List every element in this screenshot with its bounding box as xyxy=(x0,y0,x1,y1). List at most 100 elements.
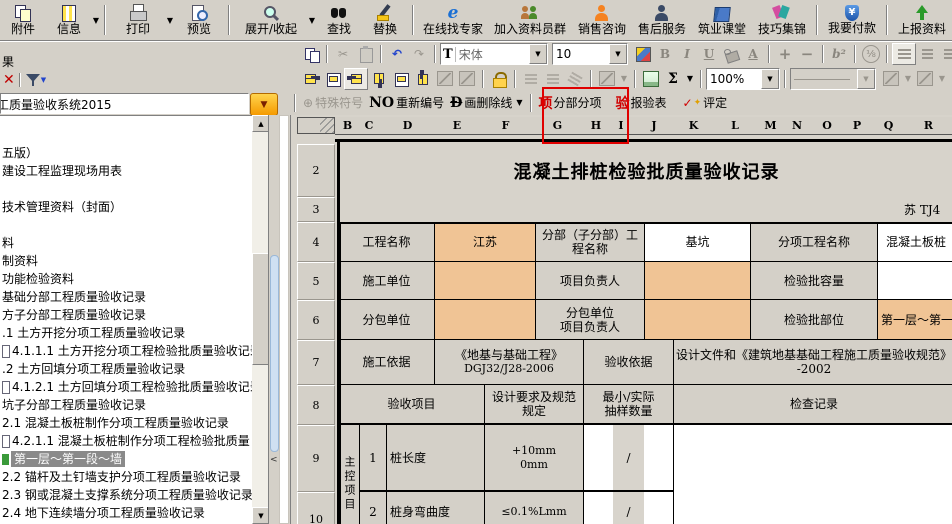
main-control-section[interactable]: 主控项目 xyxy=(339,425,360,524)
line-spacing-decrease-button[interactable] xyxy=(542,69,564,89)
info-button[interactable]: 信息 xyxy=(46,1,92,39)
after-sales-button[interactable]: 售后服务 xyxy=(632,1,692,39)
column-header-C[interactable]: C xyxy=(360,117,379,135)
panel-splitter[interactable]: < xyxy=(268,115,291,524)
align-right-button[interactable] xyxy=(938,44,952,64)
column-header-R[interactable]: R xyxy=(904,117,952,135)
info-dropdown-icon[interactable]: ▼ xyxy=(92,16,100,25)
batch-capacity-label[interactable]: 检验批容量 xyxy=(751,262,878,300)
renumber-button[interactable]: NO 重新编号 xyxy=(366,92,447,114)
filter-icon[interactable] xyxy=(25,73,41,87)
column-header-D[interactable]: D xyxy=(378,117,438,135)
item-sample-cell[interactable]: / xyxy=(584,425,674,492)
classroom-button[interactable]: 筑业课堂 xyxy=(692,1,752,39)
project-name-value[interactable]: 江苏 xyxy=(435,222,536,262)
font-size-dropdown-icon[interactable]: ▼ xyxy=(609,44,627,64)
tree-item[interactable]: .2 土方回填分项工程质量验收记录 xyxy=(0,360,268,378)
subdivision-value[interactable]: 基坑 xyxy=(645,222,751,262)
project-name-label[interactable]: 工程名称 xyxy=(339,222,435,262)
column-header-L[interactable]: L xyxy=(710,117,761,135)
insert-left-button[interactable] xyxy=(300,69,322,89)
collapse-arrow-icon[interactable]: < xyxy=(270,455,278,465)
column-header-K[interactable]: K xyxy=(677,117,711,135)
subcontractor-label[interactable]: 分包单位 xyxy=(339,300,435,340)
item-spec-cell[interactable]: ≤0.1%Lmm xyxy=(485,492,584,524)
project-manager-value[interactable] xyxy=(645,262,751,300)
column-header-G[interactable]: G xyxy=(534,117,582,135)
decrease-button[interactable]: − xyxy=(796,44,818,64)
print-button[interactable]: 打印 xyxy=(110,1,166,39)
row-header-4[interactable]: 4 xyxy=(297,222,335,262)
item-number-cell[interactable]: 2 xyxy=(360,492,387,524)
preview-button[interactable]: 预览 xyxy=(174,1,224,39)
fill-color-button[interactable] xyxy=(720,44,742,64)
close-icon[interactable]: ✕ xyxy=(3,72,15,88)
split-cell-button[interactable] xyxy=(368,69,390,89)
construction-basis-value[interactable]: 《地基与基础工程》DGJ32/J28-2006 xyxy=(435,340,584,385)
item-name-cell[interactable]: 桩长度 xyxy=(387,425,485,492)
fraction-button[interactable]: ⅛ xyxy=(860,44,882,64)
template-select[interactable]: 工质量验收系统2015 ▼ xyxy=(0,93,278,114)
acceptance-basis-value[interactable]: 设计文件和《建筑地基基础工程施工质量验收规范》-2002 xyxy=(674,340,952,385)
print-dropdown-icon[interactable]: ▼ xyxy=(166,16,174,25)
column-header-I[interactable]: I xyxy=(611,117,632,135)
sales-consult-button[interactable]: 销售咨询 xyxy=(572,1,632,39)
join-group-button[interactable]: 加入资料员群 xyxy=(488,1,572,39)
row-header-9[interactable]: 9 xyxy=(297,425,335,492)
find-button[interactable]: 查找 xyxy=(316,1,362,39)
acceptance-basis-label[interactable]: 验收依据 xyxy=(584,340,674,385)
subcontractor-value[interactable] xyxy=(435,300,536,340)
shade-color-button[interactable] xyxy=(914,69,936,89)
check-record-cell[interactable] xyxy=(674,425,952,524)
upload-data-button[interactable]: 上报资料 xyxy=(892,1,952,39)
line-style-select[interactable]: ▼ xyxy=(790,68,876,90)
paste-format-button[interactable] xyxy=(456,69,478,89)
column-header-F[interactable]: F xyxy=(477,117,535,135)
column-header-B[interactable]: B xyxy=(335,117,361,135)
item-sample-cell[interactable]: / xyxy=(584,492,674,524)
font-color-button[interactable]: A xyxy=(742,44,764,64)
expand-collapse-button[interactable]: 展开/收起 xyxy=(234,1,308,39)
strikethrough-button[interactable]: Đ 画删除线 ▼ xyxy=(447,92,525,114)
undo-button[interactable]: ↶ xyxy=(386,44,408,64)
splitter-thumb[interactable] xyxy=(270,255,279,452)
contractor-label[interactable]: 施工单位 xyxy=(339,262,435,300)
zoom-select[interactable]: 100% ▼ xyxy=(706,68,780,90)
batch-location-label[interactable]: 检验批部位 xyxy=(751,300,878,340)
special-symbol-button[interactable]: ⊕ 特殊符号 xyxy=(300,92,366,114)
increase-button[interactable]: + xyxy=(774,44,796,64)
replace-button[interactable]: 替换 xyxy=(362,1,408,39)
underline-button[interactable]: U xyxy=(698,44,720,64)
row-header-3[interactable]: 3 xyxy=(297,197,335,222)
form-code[interactable]: 苏 TJ4 xyxy=(904,201,952,219)
tree-item[interactable] xyxy=(0,180,268,198)
superscript-button[interactable]: b² xyxy=(828,44,850,64)
tree-item[interactable]: 制资料 xyxy=(0,252,268,270)
zoom-dropdown-icon[interactable]: ▼ xyxy=(761,69,779,89)
tree-item[interactable]: 4.1.2.1 土方回填分项工程检验批质量验收记录 xyxy=(0,378,268,396)
fill-pattern-button[interactable] xyxy=(596,69,618,89)
column-header-Q[interactable]: Q xyxy=(873,117,905,135)
item-name-label[interactable]: 分项工程名称 xyxy=(751,222,878,262)
tree-item[interactable]: 五版） xyxy=(0,144,268,162)
tree-item-selected[interactable]: 第一层～第一段～墙 xyxy=(0,450,268,468)
tree-item[interactable]: 4.1.1.1 土方开挖分项工程检验批质量验收记录 xyxy=(0,342,268,360)
check-record-header[interactable]: 检查记录 xyxy=(674,385,952,425)
tree-item[interactable]: 基础分部工程质量验收记录 xyxy=(0,288,268,306)
subdivision-label[interactable]: 分部（子分部）工程名称 xyxy=(536,222,645,262)
template-dropdown-button[interactable]: ▼ xyxy=(250,93,278,116)
eraser-button[interactable] xyxy=(564,69,586,89)
column-header-M[interactable]: M xyxy=(760,117,782,135)
column-header-J[interactable]: J xyxy=(631,117,678,135)
column-header-O[interactable]: O xyxy=(813,117,842,135)
subcontractor-pm-label[interactable]: 分包单位项目负责人 xyxy=(536,300,645,340)
select-all-corner[interactable] xyxy=(297,117,335,134)
row-header-8[interactable]: 8 xyxy=(297,385,335,425)
align-left-button[interactable] xyxy=(916,44,938,64)
acceptance-items-header[interactable]: 验收项目 xyxy=(339,385,485,425)
expand-dropdown-icon[interactable]: ▼ xyxy=(308,16,316,25)
column-header-P[interactable]: P xyxy=(841,117,874,135)
construction-basis-label[interactable]: 施工依据 xyxy=(339,340,435,385)
tree-item[interactable]: 功能检验资料 xyxy=(0,270,268,288)
filter-dropdown-icon[interactable]: ▼ xyxy=(41,76,46,84)
